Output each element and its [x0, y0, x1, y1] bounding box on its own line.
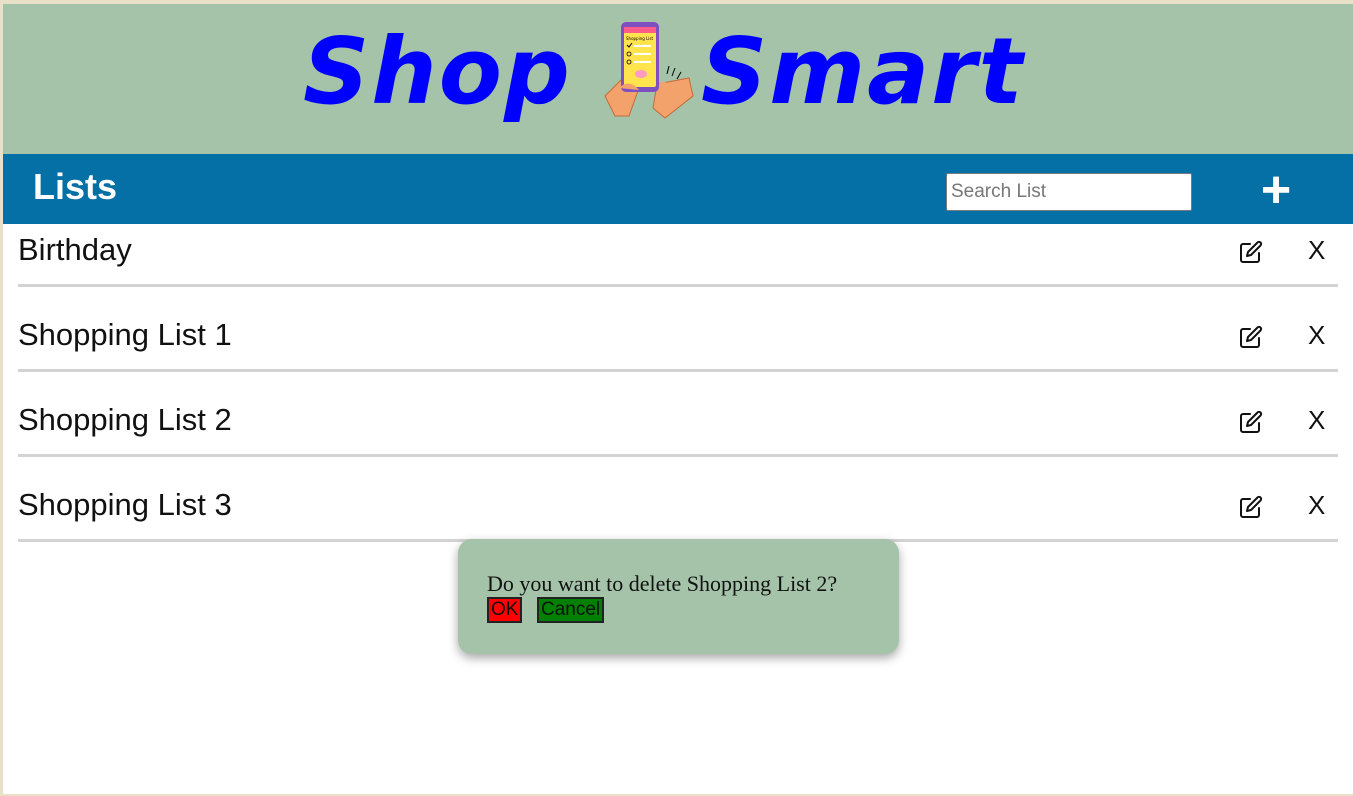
- delete-button[interactable]: X: [1308, 320, 1325, 351]
- phone-screen-text: Shopping List: [626, 36, 653, 41]
- edit-icon[interactable]: [1239, 495, 1263, 519]
- delete-button[interactable]: X: [1308, 235, 1325, 266]
- delete-button[interactable]: X: [1308, 405, 1325, 436]
- dialog-message: Do you want to delete Shopping List 2?: [487, 571, 838, 596]
- header-banner: Shop Shopping List Smart: [3, 4, 1353, 154]
- list-item-label: Shopping List 3: [18, 487, 232, 522]
- logo-text-shop: Shop: [303, 18, 572, 125]
- search-input[interactable]: [946, 173, 1192, 211]
- shopping-phone-icon: Shopping List: [604, 22, 694, 119]
- lists-toolbar: Lists +: [3, 154, 1353, 224]
- list-item[interactable]: Shopping List 2 X: [18, 372, 1338, 457]
- ok-button[interactable]: OK: [487, 597, 523, 623]
- list-item-label: Birthday: [18, 232, 132, 267]
- edit-icon[interactable]: [1239, 325, 1263, 349]
- list-item[interactable]: Shopping List 3 X: [18, 457, 1338, 542]
- cancel-button[interactable]: Cancel: [537, 597, 605, 623]
- delete-confirm-dialog: Do you want to delete Shopping List 2? O…: [458, 539, 899, 654]
- logo-text-smart: Smart: [701, 18, 1025, 125]
- add-list-button[interactable]: +: [1255, 164, 1297, 216]
- page-title: Lists: [33, 166, 118, 207]
- delete-button[interactable]: X: [1308, 490, 1325, 521]
- app-frame: Shop Shopping List Smart Lists Search Li…: [3, 4, 1353, 794]
- list-item-label: Shopping List 2: [18, 402, 232, 437]
- list-item[interactable]: Shopping List 1 X: [18, 287, 1338, 372]
- list-item[interactable]: Birthday X: [18, 224, 1338, 287]
- edit-icon[interactable]: [1239, 240, 1263, 264]
- list-item-label: Shopping List 1: [18, 317, 232, 352]
- edit-icon[interactable]: [1239, 410, 1263, 434]
- lists-container: Birthday X Shopping List 1 X Shopping Li…: [18, 224, 1338, 542]
